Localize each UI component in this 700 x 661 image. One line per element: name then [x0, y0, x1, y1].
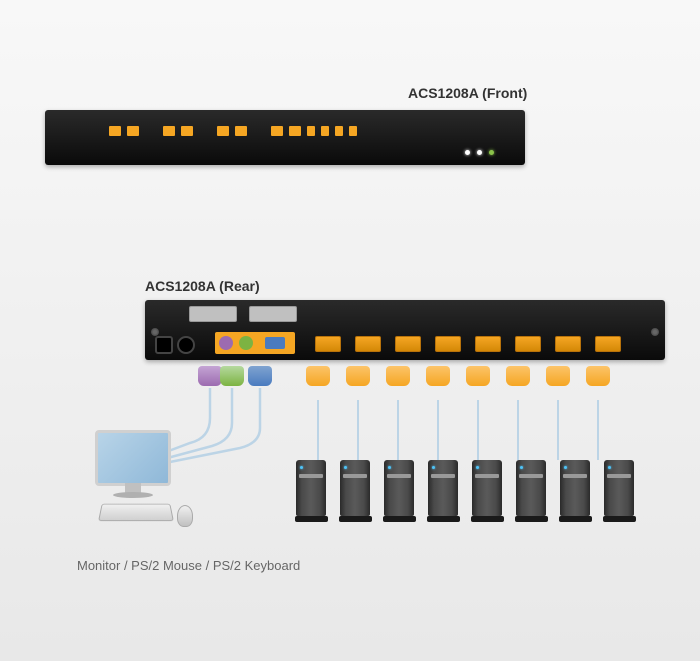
- rear-label: ACS1208A (Rear): [145, 278, 260, 294]
- power-jack: [155, 336, 173, 354]
- mount-screw-right: [651, 328, 659, 336]
- front-btn-3: [163, 126, 175, 136]
- server-tower-3: [384, 460, 414, 522]
- front-btn-5: [217, 126, 229, 136]
- server-tower-7: [560, 460, 590, 522]
- db25-port-1: [189, 306, 237, 322]
- front-btn-4: [181, 126, 193, 136]
- monitor-icon: [95, 430, 171, 486]
- serial-jack: [177, 336, 195, 354]
- led-3: [489, 150, 494, 155]
- server-tower-1: [296, 460, 326, 522]
- mouse-icon: [177, 505, 193, 527]
- cpu-plug-2: [346, 366, 370, 402]
- console-description: Monitor / PS/2 Mouse / PS/2 Keyboard: [77, 558, 300, 573]
- cpu-plug-4: [426, 366, 450, 402]
- console-zone: [215, 332, 295, 354]
- cpu-plug-6: [506, 366, 530, 402]
- front-btn-7: [271, 126, 283, 136]
- cpu-port-3: [395, 336, 421, 352]
- db25-port-2: [249, 306, 297, 322]
- front-btn-1: [109, 126, 121, 136]
- front-btn-10: [321, 126, 329, 136]
- front-btn-2: [127, 126, 139, 136]
- keyboard-icon: [98, 504, 174, 521]
- cpu-cable-8: [597, 400, 599, 460]
- server-tower-6: [516, 460, 546, 522]
- mount-screw-left: [151, 328, 159, 336]
- ps2-keyboard-plug: [198, 366, 222, 402]
- front-btn-8: [289, 126, 301, 136]
- cpu-cable-2: [357, 400, 359, 460]
- cpu-cable-3: [397, 400, 399, 460]
- cpu-cable-4: [437, 400, 439, 460]
- server-tower-4: [428, 460, 458, 522]
- cpu-port-6: [515, 336, 541, 352]
- server-tower-2: [340, 460, 370, 522]
- cpu-plug-7: [546, 366, 570, 402]
- cpu-cable-1: [317, 400, 319, 460]
- front-btn-11: [335, 126, 343, 136]
- cpu-port-7: [555, 336, 581, 352]
- ps2-mouse-plug: [220, 366, 244, 402]
- front-btn-6: [235, 126, 247, 136]
- cpu-plug-8: [586, 366, 610, 402]
- cpu-port-8: [595, 336, 621, 352]
- server-tower-5: [472, 460, 502, 522]
- cpu-cable-6: [517, 400, 519, 460]
- cpu-plug-5: [466, 366, 490, 402]
- cpu-cable-5: [477, 400, 479, 460]
- kvm-rear-panel: [145, 300, 665, 360]
- cpu-port-2: [355, 336, 381, 352]
- console-vga: [265, 337, 285, 349]
- console-workstation: [85, 430, 195, 530]
- cpu-port-1: [315, 336, 341, 352]
- led-2: [477, 150, 482, 155]
- kvm-front-panel: [45, 110, 525, 165]
- front-btn-9: [307, 126, 315, 136]
- cpu-plug-1: [306, 366, 330, 402]
- cpu-port-4: [435, 336, 461, 352]
- monitor-base: [113, 492, 153, 498]
- front-btn-12: [349, 126, 357, 136]
- led-1: [465, 150, 470, 155]
- console-ps2-mouse: [239, 336, 253, 350]
- front-label: ACS1208A (Front): [408, 85, 527, 101]
- server-tower-8: [604, 460, 634, 522]
- cpu-plug-3: [386, 366, 410, 402]
- cpu-port-5: [475, 336, 501, 352]
- console-ps2-keyboard: [219, 336, 233, 350]
- cpu-cable-7: [557, 400, 559, 460]
- vga-plug: [248, 366, 272, 402]
